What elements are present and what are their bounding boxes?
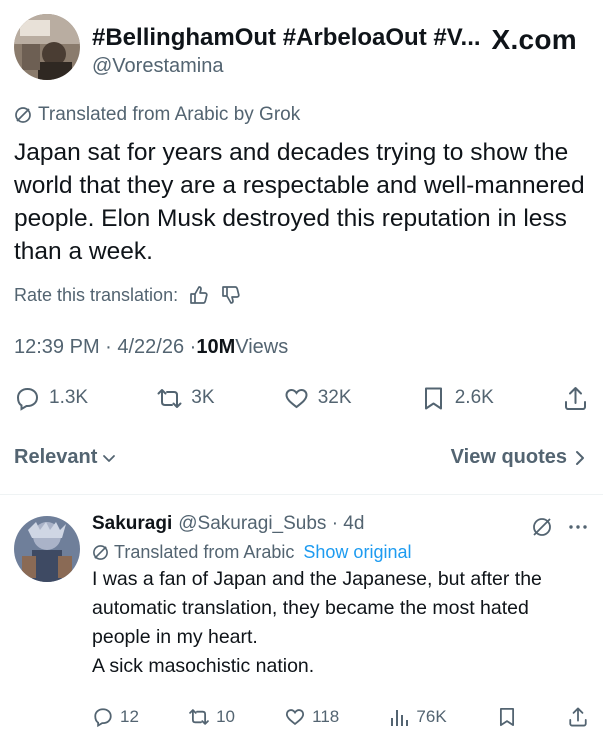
heart-icon xyxy=(286,709,305,726)
repost-button[interactable]: 3K xyxy=(156,385,215,412)
like-button[interactable]: 32K xyxy=(283,385,352,412)
reply-like-button[interactable]: 118 xyxy=(284,706,339,728)
more-options-icon[interactable] xyxy=(567,516,589,538)
rate-translation-row: Rate this translation: xyxy=(14,284,242,306)
brand-logo: X.com xyxy=(491,24,577,55)
tweet-text: Japan sat for years and decades trying t… xyxy=(14,139,585,265)
repost-icon xyxy=(189,709,209,725)
share-icon xyxy=(569,707,587,727)
handle[interactable]: @Vorestamina xyxy=(92,52,481,80)
reply-translated-text: Translated from Arabic xyxy=(114,542,295,562)
translated-label-text: Translated from Arabic by Grok xyxy=(38,104,301,125)
relevant-label: Relevant xyxy=(14,446,98,468)
divider xyxy=(0,494,603,495)
reply-count: 1.3K xyxy=(49,387,89,408)
reply-action-bar: 12 10 118 76K xyxy=(92,706,589,728)
repost-icon xyxy=(157,388,182,408)
reply-views-count: 76K xyxy=(416,707,447,726)
reply-repost-count: 10 xyxy=(216,707,235,726)
grok-icon[interactable] xyxy=(531,516,553,538)
like-count: 32K xyxy=(317,387,352,408)
chevron-down-icon xyxy=(103,454,116,462)
bookmark-count: 2.6K xyxy=(454,387,494,408)
views-label: Views xyxy=(235,336,289,358)
rate-label: Rate this translation: xyxy=(14,284,179,305)
chevron-right-icon xyxy=(576,450,584,465)
repost-count: 3K xyxy=(191,387,215,408)
reply-icon xyxy=(94,708,112,728)
show-original-link[interactable]: Show original xyxy=(303,542,411,563)
share-button[interactable] xyxy=(562,385,589,412)
action-bar: 1.3K 3K 32K 2.6K xyxy=(14,380,589,416)
bookmark-icon xyxy=(499,707,514,727)
reply-display-name[interactable]: Sakuragi xyxy=(92,510,172,538)
translate-icon xyxy=(93,545,108,560)
reply-text: I was a fan of Japan and the Japanese, b… xyxy=(92,565,592,681)
reply-sort-row: Relevant View quotes xyxy=(14,446,589,469)
reply-bookmark-button[interactable] xyxy=(496,706,518,728)
reply-repost-button[interactable]: 10 xyxy=(188,706,235,728)
post-meta: 12:39 PM · 4/22/26 · 10M Views xyxy=(14,336,288,359)
reply-like-count: 118 xyxy=(312,707,340,726)
avatar[interactable] xyxy=(14,14,80,80)
post-header: #BellinghamOut #ArbeloaOut #V... @Vorest… xyxy=(14,14,589,88)
reply-views-button[interactable]: 76K xyxy=(388,706,447,728)
translated-label: Translated from Arabic by Grok xyxy=(14,104,300,126)
reply-icon xyxy=(16,387,39,411)
view-quotes-label: View quotes xyxy=(450,446,567,468)
reply-text-line: A sick masochistic nation. xyxy=(92,655,315,677)
reply-tweet[interactable]: Sakuragi @Sakuragi_Subs · 4d Translated … xyxy=(14,510,589,740)
thumbs-up-icon[interactable] xyxy=(188,284,210,306)
reply-button[interactable]: 1.3K xyxy=(14,385,88,412)
share-icon xyxy=(565,386,586,410)
bookmark-icon xyxy=(424,387,442,409)
analytics-icon xyxy=(391,710,409,726)
reply-text-line: I was a fan of Japan and the Japanese, b… xyxy=(92,568,542,648)
heart-icon xyxy=(285,388,308,408)
bookmark-button[interactable]: 2.6K xyxy=(420,385,494,412)
relevant-dropdown[interactable]: Relevant xyxy=(14,446,117,469)
thumbs-down-icon[interactable] xyxy=(220,284,242,306)
translate-icon xyxy=(15,107,31,123)
reply-reply-count: 12 xyxy=(120,707,139,726)
view-quotes-link[interactable]: View quotes xyxy=(451,446,589,469)
reply-handle[interactable]: @Sakuragi_Subs · 4d xyxy=(178,510,364,538)
display-name[interactable]: #BellinghamOut #ArbeloaOut #V... xyxy=(92,24,481,52)
timestamp[interactable]: 12:39 PM · 4/22/26 · xyxy=(14,336,196,359)
reply-share-button[interactable] xyxy=(567,706,589,728)
reply-reply-button[interactable]: 12 xyxy=(92,706,139,728)
views-count: 10M xyxy=(196,336,236,358)
reply-translated-label: Translated from Arabic Show original xyxy=(92,542,589,563)
reply-header: Sakuragi @Sakuragi_Subs · 4d xyxy=(92,510,589,538)
reply-avatar[interactable] xyxy=(14,516,80,582)
